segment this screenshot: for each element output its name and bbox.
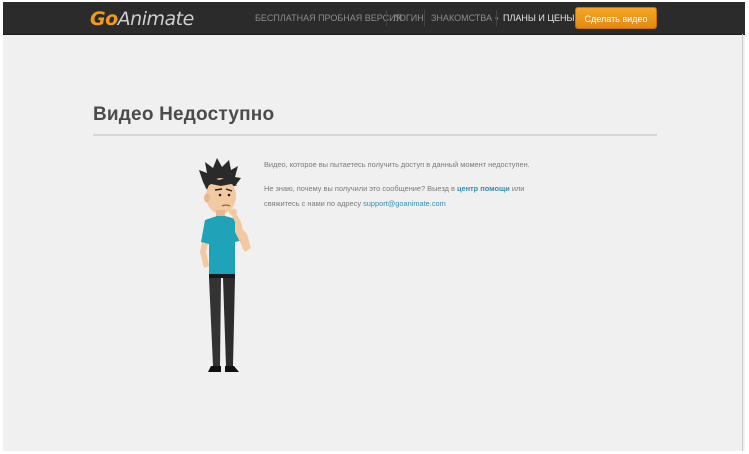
unavailable-message: Видео, которое вы пытаетесь получить дос…: [264, 160, 530, 169]
nav-separator: [496, 10, 497, 26]
nav-dating-dropdown[interactable]: Знакомства▾: [431, 2, 499, 34]
help-message-prefix: Не знаю, почему вы получили это сообщени…: [264, 184, 457, 193]
confused-man-illustration: [199, 158, 251, 372]
goanimate-logo[interactable]: GoAnimate: [90, 8, 194, 30]
help-center-link[interactable]: центр помощи: [457, 184, 510, 193]
contact-message-prefix: свяжитесь с нами по адресу: [264, 199, 364, 208]
contact-message: свяжитесь с нами по адресу support@goani…: [264, 197, 446, 210]
support-email-link[interactable]: support@goanimate.com: [363, 199, 446, 208]
help-message-suffix: или: [509, 184, 525, 193]
nav-separator: [386, 10, 387, 26]
title-divider: [93, 134, 657, 136]
page-title: Видео Недоступно: [93, 104, 275, 125]
nav-free-trial[interactable]: Бесплатная пробная версия: [255, 2, 402, 34]
nav-login[interactable]: Логин: [393, 2, 424, 34]
nav-separator: [424, 10, 425, 26]
logo-go: Go: [90, 8, 118, 30]
page-frame: GoAnimate Бесплатная пробная версия Логи…: [3, 2, 745, 451]
help-message: Не знаю, почему вы получили это сообщени…: [264, 182, 524, 195]
top-navbar: GoAnimate Бесплатная пробная версия Логи…: [3, 2, 745, 35]
logo-animate: Animate: [117, 8, 195, 30]
nav-dating-label: Знакомства: [431, 13, 492, 23]
nav-plans-pricing[interactable]: Планы и цены: [503, 2, 574, 34]
make-video-button[interactable]: Сделать видео: [575, 7, 657, 29]
page-scroll-edge: [742, 34, 745, 451]
